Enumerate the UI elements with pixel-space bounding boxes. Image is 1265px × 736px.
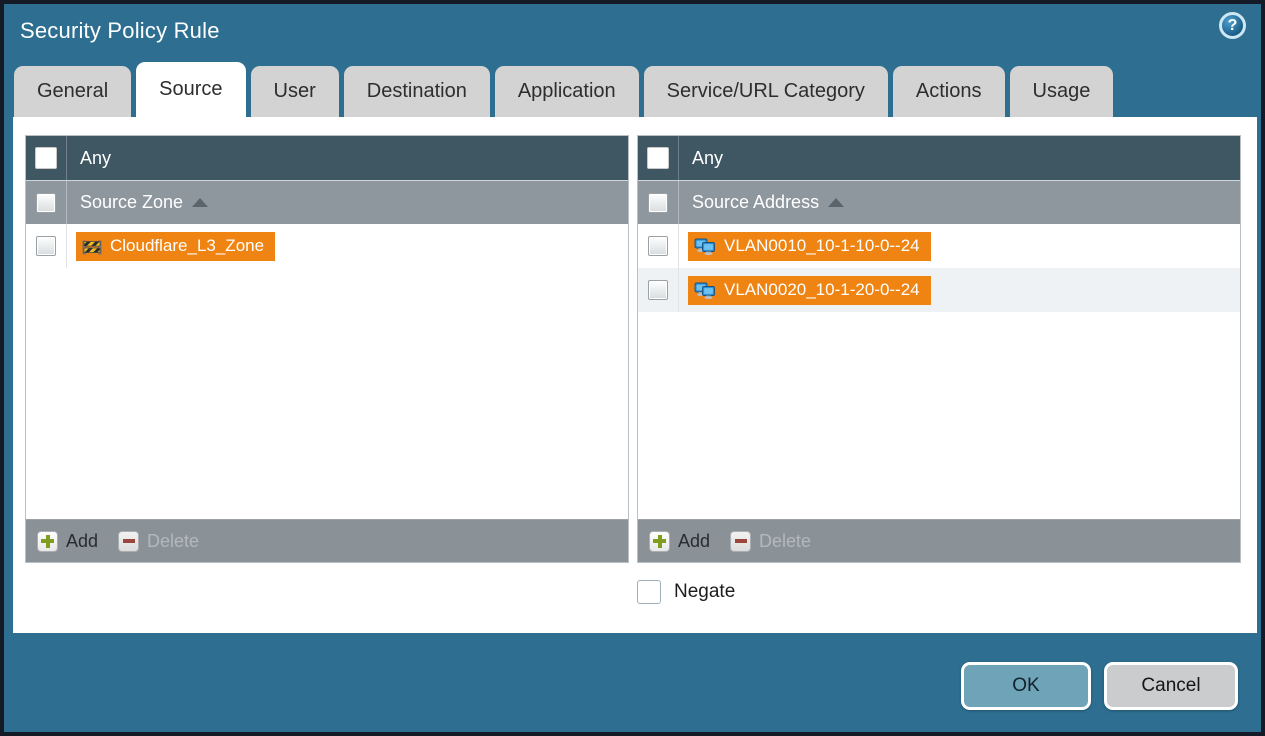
source-address-item-label: VLAN0020_10-1-20-0--24 (724, 280, 920, 299)
source-address-item[interactable]: VLAN0020_10-1-20-0--24 (688, 275, 931, 305)
source-zone-any-label: Any (80, 147, 112, 168)
negate-label: Negate (674, 581, 736, 602)
source-zone-footer: Add Delete (26, 519, 628, 562)
add-plus-icon (37, 530, 58, 552)
sort-ascending-icon (828, 198, 845, 207)
add-button[interactable]: Add (37, 530, 98, 552)
source-address-panel: Any Source Address VLAN0010_10-1-10-0--2… (637, 135, 1241, 563)
negate-checkbox[interactable] (637, 580, 661, 604)
ok-button[interactable]: OK (961, 662, 1091, 710)
source-address-any-header: Any (638, 136, 1240, 180)
tab-usage[interactable]: Usage (1009, 66, 1114, 117)
tab-destination[interactable]: Destination (343, 66, 490, 117)
table-row: VLAN0020_10-1-20-0--24 (638, 268, 1240, 312)
add-plus-icon (649, 530, 670, 552)
source-address-footer: Add Delete (638, 519, 1240, 562)
source-zone-column-title[interactable]: Source Zone (80, 192, 209, 213)
source-zone-any-header: Any (26, 136, 628, 180)
source-zone-column-header: Source Zone (26, 180, 628, 224)
security-policy-rule-dialog: Security Policy Rule ? General Source Us… (0, 0, 1265, 736)
source-address-column-title[interactable]: Source Address (692, 192, 845, 213)
source-address-rows: VLAN0010_10-1-10-0--24 VLAN0020_10-1-20-… (638, 224, 1240, 519)
row-checkbox[interactable] (36, 236, 56, 256)
row-checkbox[interactable] (648, 236, 668, 256)
dialog-titlebar: Security Policy Rule ? (4, 4, 1261, 58)
zone-barrier-icon (82, 238, 102, 255)
sort-ascending-icon (192, 198, 209, 207)
row-checkbox[interactable] (648, 280, 668, 300)
source-address-item[interactable]: VLAN0010_10-1-10-0--24 (688, 231, 931, 261)
source-address-item-label: VLAN0010_10-1-10-0--24 (724, 236, 920, 255)
tab-application[interactable]: Application (494, 66, 639, 117)
cancel-button[interactable]: Cancel (1104, 662, 1238, 710)
source-zone-rows: Cloudflare_L3_Zone (26, 224, 628, 519)
tab-bar: General Source User Destination Applicat… (14, 62, 1251, 117)
tab-service-url-category[interactable]: Service/URL Category (643, 66, 888, 117)
dialog-title: Security Policy Rule (20, 18, 220, 43)
source-zone-item-label: Cloudflare_L3_Zone (110, 236, 265, 255)
network-address-icon (694, 238, 716, 255)
delete-minus-icon (730, 530, 752, 552)
tab-source[interactable]: Source (136, 62, 246, 117)
source-zone-select-all-checkbox[interactable] (36, 192, 56, 213)
negate-option: Negate (637, 580, 1245, 604)
tab-actions[interactable]: Actions (892, 66, 1005, 117)
source-zone-item[interactable]: Cloudflare_L3_Zone (76, 231, 276, 261)
network-address-icon (694, 282, 716, 299)
table-row: Cloudflare_L3_Zone (26, 224, 628, 268)
source-tab-content: Any Source Zone Cloudflare_L3_Zone Add D… (13, 117, 1257, 633)
tab-general[interactable]: General (14, 66, 132, 117)
add-button[interactable]: Add (649, 530, 710, 552)
table-row: VLAN0010_10-1-10-0--24 (638, 224, 1240, 268)
source-address-column-header: Source Address (638, 180, 1240, 224)
source-address-any-label: Any (692, 147, 724, 168)
delete-button[interactable]: Delete (118, 530, 199, 552)
source-zone-panel: Any Source Zone Cloudflare_L3_Zone Add D… (25, 135, 629, 563)
source-address-select-all-checkbox[interactable] (648, 192, 668, 213)
source-zone-any-checkbox[interactable] (35, 147, 57, 169)
delete-minus-icon (118, 530, 140, 552)
source-address-any-checkbox[interactable] (647, 147, 669, 169)
tab-user[interactable]: User (250, 66, 339, 117)
help-icon[interactable]: ? (1219, 12, 1246, 39)
delete-button[interactable]: Delete (730, 530, 811, 552)
